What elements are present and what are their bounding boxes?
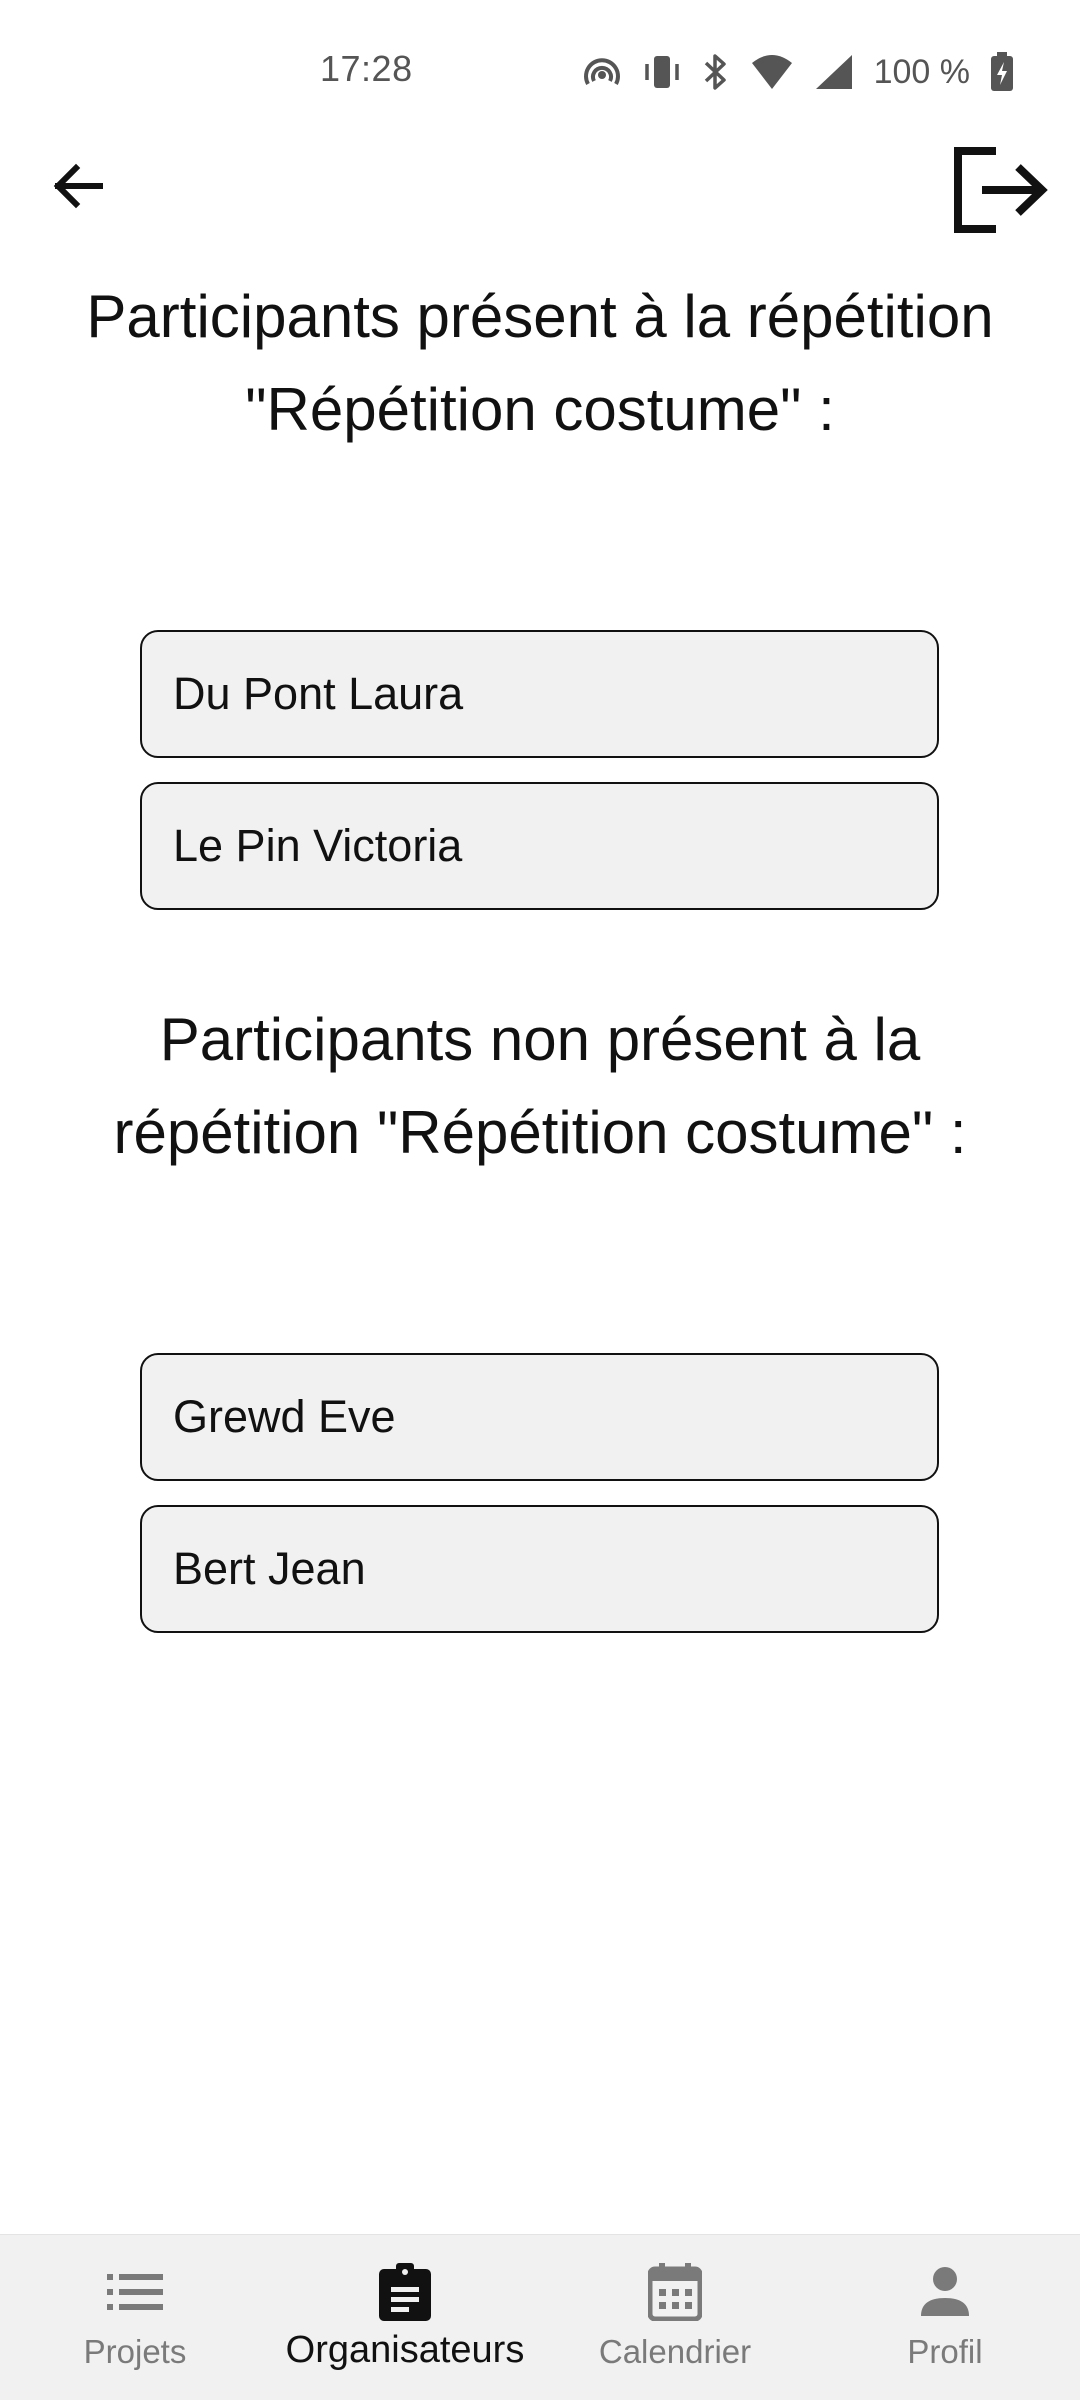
hotspot-icon <box>582 54 622 90</box>
arrow-left-icon <box>53 163 103 209</box>
nav-item-projets[interactable]: Projets <box>10 2235 260 2400</box>
bottom-navigation: Projets Organisateurs Calendrier Profil <box>0 2234 1080 2400</box>
battery-level: 100 % <box>873 52 970 91</box>
clipboard-icon <box>379 2261 431 2323</box>
participant-card-present[interactable]: Le Pin Victoria <box>140 782 939 910</box>
participant-card-absent[interactable]: Grewd Eve <box>140 1353 939 1481</box>
absent-section-title: Participants non présent à la répétition… <box>113 1006 967 1166</box>
screen: 17:28 100 % Participants présent à la ré… <box>0 0 1080 2400</box>
logout-icon <box>954 147 1048 233</box>
nav-label-projets: Projets <box>83 2333 187 2370</box>
signal-icon <box>814 53 854 91</box>
calendar-icon <box>648 2261 702 2323</box>
participant-card-present[interactable]: Du Pont Laura <box>140 630 939 758</box>
status-bar: 17:28 100 % <box>0 0 1080 130</box>
nav-label-profil: Profil <box>907 2333 983 2370</box>
person-icon <box>920 2261 970 2323</box>
battery-charging-icon <box>990 52 1014 92</box>
bluetooth-icon <box>702 52 730 92</box>
status-icons: 100 % <box>582 50 1014 94</box>
participant-name: Le Pin Victoria <box>173 820 463 871</box>
present-section-title: Participants présent à la répétition "Ré… <box>86 283 994 443</box>
vibrate-icon <box>642 52 682 92</box>
participant-name: Bert Jean <box>173 1543 366 1594</box>
status-time: 17:28 <box>320 48 413 89</box>
back-button[interactable] <box>42 150 114 222</box>
nav-item-calendrier[interactable]: Calendrier <box>550 2235 800 2400</box>
nav-label-organisateurs: Organisateurs <box>285 2329 525 2371</box>
list-icon <box>107 2261 163 2323</box>
nav-item-profil[interactable]: Profil <box>820 2235 1070 2400</box>
wifi-icon <box>750 53 794 91</box>
nav-item-organisateurs[interactable]: Organisateurs <box>280 2235 530 2400</box>
participant-card-absent[interactable]: Bert Jean <box>140 1505 939 1633</box>
participant-name: Grewd Eve <box>173 1391 396 1442</box>
participant-name: Du Pont Laura <box>173 668 464 719</box>
nav-label-calendrier: Calendrier <box>598 2333 752 2370</box>
logout-button[interactable] <box>950 140 1050 240</box>
